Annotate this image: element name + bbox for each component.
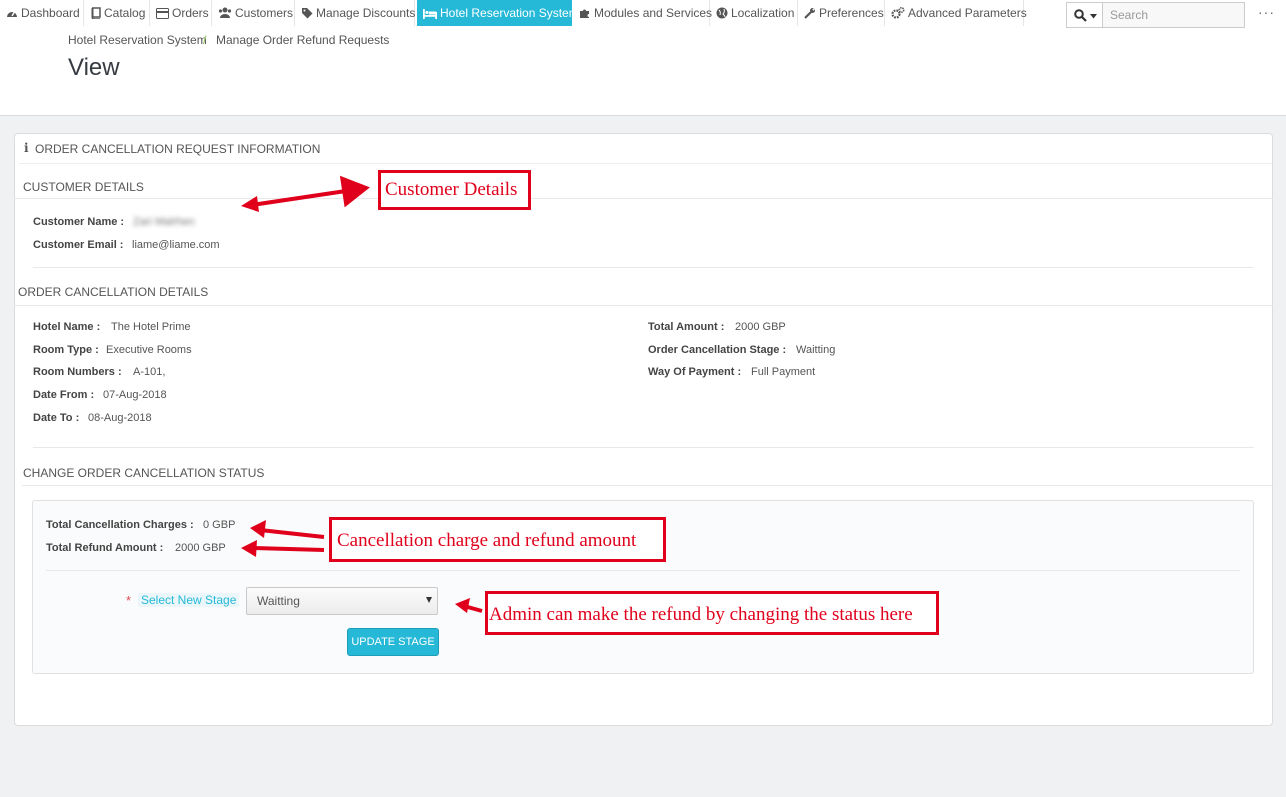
nav-item-label: Customers [235, 6, 294, 20]
total-cancellation-charges-label: Total Cancellation Charges : [46, 519, 194, 531]
nav-item-manage-discounts[interactable]: Manage Discounts [295, 0, 415, 26]
order-cancellation-stage-label: Order Cancellation Stage : [648, 344, 787, 356]
caret-down-icon [1090, 14, 1097, 19]
nav-item-orders[interactable]: Orders [150, 0, 212, 26]
panel-heading-title: ORDER CANCELLATION REQUEST INFORMATION [35, 142, 321, 156]
room-type-label: Room Type : [33, 344, 99, 356]
search-input[interactable] [1102, 2, 1245, 28]
nav-item-label: Localization [731, 6, 795, 20]
change-status-title: CHANGE ORDER CANCELLATION STATUS [23, 466, 265, 480]
customer-name-value: Zari Malrhen [133, 216, 195, 228]
search-type-button[interactable] [1066, 2, 1102, 28]
order-cancellation-details-title: ORDER CANCELLATION DETAILS [18, 285, 209, 299]
annotation-admin-refund: Admin can make the refund by changing th… [485, 591, 939, 635]
cogs-icon [891, 6, 905, 19]
nav-item-label: Dashboard [21, 6, 80, 20]
breadcrumb-separator: / [203, 33, 207, 47]
nav-item-preferences[interactable]: Preferences [798, 0, 885, 26]
divider [46, 570, 1240, 571]
globe-icon [716, 7, 728, 19]
nav-item-label: Modules and Services [594, 6, 713, 20]
customer-email-value: liame@liame.com [132, 239, 220, 251]
customer-details-title: CUSTOMER DETAILS [23, 180, 144, 194]
annotation-cancellation-charge: Cancellation charge and refund amount [329, 517, 666, 562]
breadcrumb-manage-order-refund-requests[interactable]: Manage Order Refund Requests [216, 33, 389, 47]
nav-item-label: Preferences [819, 6, 884, 20]
nav-item-customers[interactable]: Customers [212, 0, 295, 26]
date-to-value: 08-Aug-2018 [88, 412, 152, 424]
nav-item-hotel-reservation-system[interactable]: Hotel Reservation System [417, 0, 579, 26]
panel-heading: i ORDER CANCELLATION REQUEST INFORMATION [19, 135, 1272, 164]
nav-item-localization[interactable]: Localization [710, 0, 798, 26]
date-to-label: Date To : [33, 412, 80, 424]
chevron-down-icon [426, 597, 432, 603]
total-refund-amount-label: Total Refund Amount : [46, 542, 164, 554]
divider [14, 305, 1273, 306]
info-icon: i [24, 141, 29, 155]
room-numbers-label: Room Numbers : [33, 366, 122, 378]
hotel-name-label: Hotel Name : [33, 321, 101, 333]
users-icon [218, 7, 232, 18]
wrench-icon [804, 8, 815, 19]
customer-email-label: Customer Email : [33, 239, 124, 251]
nav-item-label: Orders [172, 6, 209, 20]
dashboard-icon [7, 10, 17, 17]
top-navigation: Dashboard Catalog Orders Customers Manag… [0, 0, 1286, 28]
divider [14, 198, 1273, 199]
date-from-value: 07-Aug-2018 [103, 389, 167, 401]
nav-item-label: Manage Discounts [316, 6, 416, 20]
total-amount-label: Total Amount : [648, 321, 725, 333]
page-header: Hotel Reservation System / Manage Order … [0, 28, 1286, 116]
search-icon [1074, 9, 1087, 22]
nav-item-modules-and-services[interactable]: Modules and Services [573, 0, 713, 26]
total-amount-value: 2000 GBP [735, 321, 786, 333]
new-stage-selected-value: Waitting [257, 594, 300, 608]
nav-item-catalog[interactable]: Catalog [84, 0, 150, 26]
update-stage-button[interactable]: UPDATE STAGE [347, 628, 439, 656]
divider [22, 485, 1273, 486]
book-icon [91, 7, 101, 20]
nav-item-label: Hotel Reservation System [440, 6, 579, 20]
total-refund-amount-value: 2000 GBP [175, 542, 226, 554]
total-cancellation-charges-value: 0 GBP [203, 519, 236, 531]
page-title: View [68, 54, 120, 81]
select-new-stage-label: Select New Stage [138, 593, 240, 607]
way-of-payment-value: Full Payment [751, 366, 816, 378]
room-numbers-value: A-101, [133, 366, 166, 378]
credit-card-icon [156, 8, 169, 19]
room-type-value: Executive Rooms [106, 344, 192, 356]
breadcrumb-hotel-reservation-system[interactable]: Hotel Reservation System [68, 33, 207, 47]
tag-icon [302, 8, 313, 19]
divider [33, 447, 1254, 448]
new-stage-select[interactable]: Waitting [246, 587, 438, 615]
puzzle-icon [580, 9, 589, 18]
hotel-name-value: The Hotel Prime [111, 321, 191, 333]
divider [33, 267, 1254, 268]
more-menu-icon[interactable]: ··· [1258, 4, 1275, 20]
nav-item-dashboard[interactable]: Dashboard [0, 0, 84, 26]
nav-item-label: Catalog [104, 6, 146, 20]
required-marker: * [126, 593, 132, 608]
way-of-payment-label: Way Of Payment : [648, 366, 742, 378]
order-cancellation-stage-value: Waitting [796, 344, 836, 356]
customer-name-label: Customer Name : [33, 216, 125, 228]
bed-icon [423, 9, 437, 19]
nav-item-advanced-parameters[interactable]: Advanced Parameters [885, 0, 1027, 26]
date-from-label: Date From : [33, 389, 95, 401]
nav-item-label: Advanced Parameters [908, 6, 1027, 20]
annotation-customer-details: Customer Details [378, 170, 531, 210]
